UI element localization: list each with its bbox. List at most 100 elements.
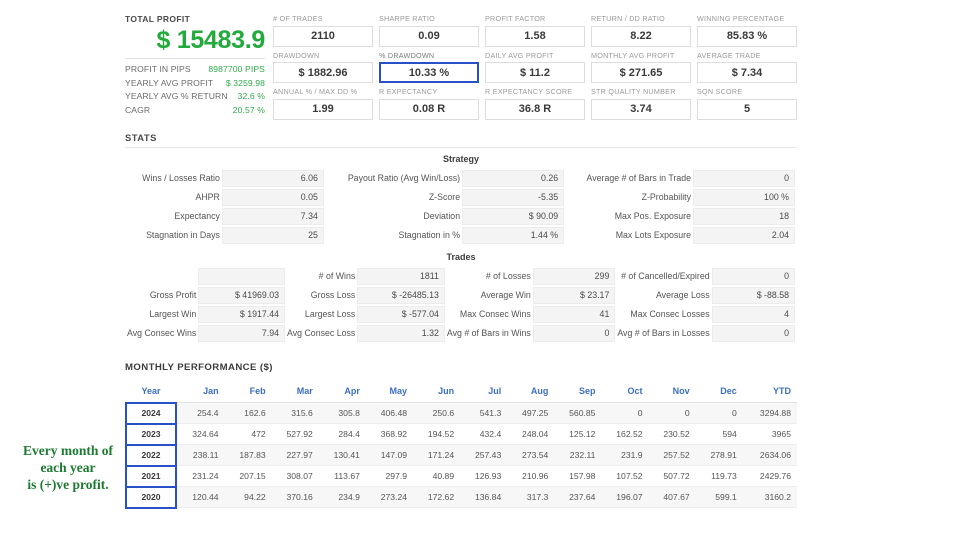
column-header[interactable]: Jun: [413, 381, 461, 403]
stat-value-cell: 18: [693, 207, 795, 225]
stat-value: 0: [711, 267, 795, 285]
metric-cell[interactable]: MONTHLY AVG PROFIT $ 271.65: [591, 50, 691, 83]
column-header[interactable]: Jan: [176, 381, 225, 403]
metric-cell[interactable]: ANNUAL % / MAX DD % 1.99: [273, 87, 373, 120]
stat-label: Stagnation in %: [398, 230, 461, 240]
stat-label: Z-Score: [428, 192, 461, 202]
metric-cell[interactable]: AVERAGE TRADE $ 7.34: [697, 51, 797, 83]
metric-value: $ 1882.96: [273, 62, 373, 83]
metric-cell[interactable]: # OF TRADES 2110: [273, 14, 373, 47]
month-value-cell: 254.4: [176, 402, 225, 424]
month-value-cell: 560.85: [554, 402, 602, 424]
month-value-cell: 305.8: [318, 402, 366, 424]
stat-value: 1811: [357, 267, 445, 285]
month-value-cell: 172.62: [413, 486, 461, 508]
column-header[interactable]: Dec: [695, 381, 743, 403]
metric-cell[interactable]: R EXPECTANCY 0.08 R: [379, 87, 479, 120]
profit-stat-label: YEARLY AVG % RETURN: [125, 91, 228, 102]
month-value-cell: 210.96: [507, 465, 555, 487]
column-header[interactable]: Feb: [224, 381, 272, 403]
stat-value-cell: $ 90.09: [462, 207, 565, 225]
metric-label: R EXPECTANCY: [379, 87, 438, 96]
year-cell[interactable]: 2021: [125, 464, 177, 488]
profit-stat-row: CAGR 20.57 %: [125, 104, 265, 118]
column-header[interactable]: YTD: [742, 381, 797, 403]
total-profit-title: TOTAL PROFIT: [125, 14, 191, 24]
table-row: Stagnation in Days 25 Stagnation in % 1.44 …: [127, 226, 795, 244]
month-value-cell: 113.67: [318, 465, 366, 487]
metric-cell[interactable]: PROFIT FACTOR 1.58: [485, 14, 585, 47]
stat-value-cell: 0: [711, 267, 795, 285]
stat-value-cell: 7.94: [198, 324, 285, 342]
metric-value: 36.8 R: [485, 98, 585, 120]
month-value-cell: 497.25: [507, 402, 555, 424]
stat-label: Largest Loss: [304, 309, 356, 319]
month-value-cell: 278.91: [695, 444, 743, 466]
month-value-cell: 94.22: [224, 486, 272, 508]
month-value-cell: 162.52: [601, 423, 649, 445]
stat-value-cell: -5.35: [462, 188, 565, 206]
month-value-cell: 231.24: [176, 465, 225, 487]
summary-top-block: TOTAL PROFIT $ 15483.9 PROFIT IN PIPS 898…: [125, 14, 797, 120]
year-cell[interactable]: 2024: [125, 401, 177, 425]
stat-value-cell: 1.32: [357, 324, 445, 342]
stat-label: Gross Profit: [149, 290, 197, 300]
column-header[interactable]: Aug: [507, 381, 555, 403]
year-cell[interactable]: 2022: [125, 443, 177, 467]
month-value-cell: 284.4: [318, 423, 366, 445]
column-header[interactable]: Sep: [554, 381, 602, 403]
stat-value-cell: $ 41969.03: [198, 286, 285, 304]
stat-value-cell: 6.06: [221, 169, 324, 187]
metric-cell[interactable]: % DRAWDOWN 10.33 %: [379, 51, 479, 83]
stat-value: 0: [532, 324, 616, 342]
profit-stat-value: 32.6 %: [237, 91, 265, 102]
month-value-cell: 126.93: [460, 465, 508, 487]
stat-value: 6.06: [221, 169, 324, 187]
ytd-value-cell: 3160.2: [742, 486, 797, 508]
stat-value: 0: [693, 169, 795, 187]
table-row: 2024 254.4 162.6 315.6 305.8 406.48 250.6 541.3…: [125, 401, 797, 425]
month-value-cell: 257.43: [460, 444, 508, 466]
metric-label: # OF TRADES: [273, 14, 323, 23]
table-row: Gross Profit $ 41969.03 Gross Loss $ -26485…: [127, 286, 795, 304]
metric-cell[interactable]: DAILY AVG PROFIT $ 11.2: [485, 51, 585, 83]
metric-cell[interactable]: RETURN / DD RATIO 8.22: [591, 14, 691, 47]
column-header[interactable]: Apr: [318, 381, 366, 403]
metric-cell[interactable]: R EXPECTANCY SCORE 36.8 R: [485, 87, 585, 120]
stat-label: Wins / Losses Ratio: [142, 173, 220, 183]
column-header[interactable]: Mar: [271, 381, 319, 403]
column-header[interactable]: May: [365, 381, 414, 403]
year-cell[interactable]: 2023: [125, 422, 177, 446]
month-value-cell: 0: [601, 402, 649, 424]
column-header[interactable]: Jul: [460, 381, 508, 403]
metric-cell[interactable]: DRAWDOWN $ 1882.96: [273, 51, 373, 83]
stat-value-cell: 4: [711, 305, 795, 323]
stat-label: Avg # of Bars in Wins: [446, 328, 531, 338]
month-value-cell: 227.97: [271, 444, 319, 466]
report-panel: TOTAL PROFIT $ 15483.9 PROFIT IN PIPS 898…: [125, 14, 797, 509]
month-value-cell: 230.52: [648, 423, 696, 445]
stat-value: 0.05: [221, 188, 324, 206]
stat-value-cell: 0: [693, 169, 795, 187]
stat-value-cell: 2.04: [693, 226, 795, 244]
column-header[interactable]: Oct: [601, 381, 649, 403]
month-value-cell: 238.11: [176, 444, 225, 466]
column-header[interactable]: Year: [126, 381, 176, 403]
metric-cell[interactable]: STR QUALITY NUMBER 3.74: [591, 87, 691, 120]
metric-value: 2110: [273, 25, 373, 47]
metric-cell[interactable]: SHARPE RATIO 0.09: [379, 14, 479, 47]
profit-stat-row: YEARLY AVG PROFIT $ 3259.98: [125, 77, 265, 91]
year-cell[interactable]: 2020: [125, 485, 177, 509]
annotation-line-2: each year: [40, 460, 96, 475]
metric-cell[interactable]: WINNING PERCENTAGE 85.83 %: [697, 14, 797, 47]
stat-value: 25: [221, 226, 324, 244]
metric-cell[interactable]: SQN SCORE 5: [697, 87, 797, 120]
monthly-performance-heading: MONTHLY PERFORMANCE ($): [125, 361, 273, 373]
metric-value: 0.09: [379, 25, 479, 47]
stat-value-cell: $ 1917.44: [198, 305, 285, 323]
metric-label: MONTHLY AVG PROFIT: [591, 50, 675, 60]
column-header[interactable]: Nov: [648, 381, 696, 403]
metric-label: R EXPECTANCY SCORE: [485, 87, 573, 96]
profit-stat-label: YEARLY AVG PROFIT: [125, 77, 214, 88]
month-value-cell: 196.07: [601, 486, 649, 508]
